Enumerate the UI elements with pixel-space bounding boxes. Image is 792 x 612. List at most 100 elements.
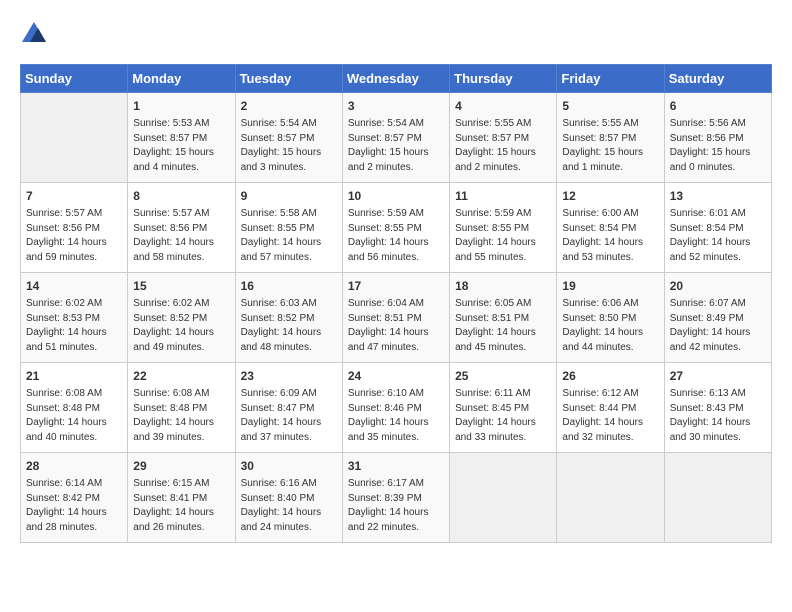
cell-content: Sunrise: 6:16 AM Sunset: 8:40 PM Dayligh… xyxy=(241,477,337,535)
calendar-cell: 19 Sunrise: 6:06 AM Sunset: 8:50 PM Dayli… xyxy=(557,273,664,363)
day-number: 2 xyxy=(241,97,337,115)
calendar-cell: 3 Sunrise: 5:54 AM Sunset: 8:57 PM Daylig… xyxy=(342,93,449,183)
cell-content: Sunrise: 6:11 AM Sunset: 8:45 PM Dayligh… xyxy=(455,387,551,445)
day-number: 20 xyxy=(670,277,766,295)
calendar-cell: 25 Sunrise: 6:11 AM Sunset: 8:45 PM Dayli… xyxy=(450,363,557,453)
cell-content: Sunrise: 5:55 AM Sunset: 8:57 PM Dayligh… xyxy=(455,117,551,175)
calendar-cell: 1Sunrise: 5:53 AM Sunset: 8:57 PM Daylig… xyxy=(128,93,235,183)
calendar-cell xyxy=(557,453,664,543)
logo xyxy=(20,20,52,48)
day-number: 30 xyxy=(241,457,337,475)
cell-content: Sunrise: 5:55 AM Sunset: 8:57 PM Dayligh… xyxy=(562,117,658,175)
week-row-4: 21 Sunrise: 6:08 AM Sunset: 8:48 PM Dayli… xyxy=(21,363,772,453)
cell-content: Sunrise: 5:59 AM Sunset: 8:55 PM Dayligh… xyxy=(348,207,444,265)
day-number: 14 xyxy=(26,277,122,295)
calendar-cell: 16 Sunrise: 6:03 AM Sunset: 8:52 PM Dayli… xyxy=(235,273,342,363)
day-number: 26 xyxy=(562,367,658,385)
calendar-cell: 4 Sunrise: 5:55 AM Sunset: 8:57 PM Daylig… xyxy=(450,93,557,183)
calendar-cell: 7 Sunrise: 5:57 AM Sunset: 8:56 PM Daylig… xyxy=(21,183,128,273)
week-row-2: 7 Sunrise: 5:57 AM Sunset: 8:56 PM Daylig… xyxy=(21,183,772,273)
calendar-cell: 18 Sunrise: 6:05 AM Sunset: 8:51 PM Dayli… xyxy=(450,273,557,363)
day-header-friday: Friday xyxy=(557,65,664,93)
day-number: 28 xyxy=(26,457,122,475)
calendar-cell: 15 Sunrise: 6:02 AM Sunset: 8:52 PM Dayli… xyxy=(128,273,235,363)
day-number: 1 xyxy=(133,97,229,115)
cell-content: Sunrise: 6:04 AM Sunset: 8:51 PM Dayligh… xyxy=(348,297,444,355)
day-number: 23 xyxy=(241,367,337,385)
day-number: 17 xyxy=(348,277,444,295)
page-header xyxy=(20,20,772,48)
calendar-cell: 28 Sunrise: 6:14 AM Sunset: 8:42 PM Dayli… xyxy=(21,453,128,543)
day-number: 3 xyxy=(348,97,444,115)
day-header-wednesday: Wednesday xyxy=(342,65,449,93)
calendar-cell: 8Sunrise: 5:57 AM Sunset: 8:56 PM Daylig… xyxy=(128,183,235,273)
cell-content: Sunrise: 6:02 AM Sunset: 8:52 PM Dayligh… xyxy=(133,297,229,355)
cell-content: Sunrise: 5:57 AM Sunset: 8:56 PM Dayligh… xyxy=(26,207,122,265)
day-number: 18 xyxy=(455,277,551,295)
cell-content: Sunrise: 6:15 AM Sunset: 8:41 PM Dayligh… xyxy=(133,477,229,535)
day-header-saturday: Saturday xyxy=(664,65,771,93)
day-number: 6 xyxy=(670,97,766,115)
day-header-monday: Monday xyxy=(128,65,235,93)
day-number: 13 xyxy=(670,187,766,205)
header-row: SundayMondayTuesdayWednesdayThursdayFrid… xyxy=(21,65,772,93)
cell-content: Sunrise: 6:10 AM Sunset: 8:46 PM Dayligh… xyxy=(348,387,444,445)
calendar-cell: 22 Sunrise: 6:08 AM Sunset: 8:48 PM Dayli… xyxy=(128,363,235,453)
calendar-cell: 12Sunrise: 6:00 AM Sunset: 8:54 PM Dayli… xyxy=(557,183,664,273)
calendar-cell xyxy=(21,93,128,183)
calendar-cell: 31Sunrise: 6:17 AM Sunset: 8:39 PM Dayli… xyxy=(342,453,449,543)
calendar-table: SundayMondayTuesdayWednesdayThursdayFrid… xyxy=(20,64,772,543)
week-row-3: 14 Sunrise: 6:02 AM Sunset: 8:53 PM Dayli… xyxy=(21,273,772,363)
day-number: 9 xyxy=(241,187,337,205)
day-number: 19 xyxy=(562,277,658,295)
day-number: 21 xyxy=(26,367,122,385)
calendar-cell: 9Sunrise: 5:58 AM Sunset: 8:55 PM Daylig… xyxy=(235,183,342,273)
calendar-cell: 17 Sunrise: 6:04 AM Sunset: 8:51 PM Dayli… xyxy=(342,273,449,363)
day-number: 31 xyxy=(348,457,444,475)
cell-content: Sunrise: 6:03 AM Sunset: 8:52 PM Dayligh… xyxy=(241,297,337,355)
day-number: 10 xyxy=(348,187,444,205)
day-number: 7 xyxy=(26,187,122,205)
calendar-cell: 6 Sunrise: 5:56 AM Sunset: 8:56 PM Daylig… xyxy=(664,93,771,183)
cell-content: Sunrise: 5:59 AM Sunset: 8:55 PM Dayligh… xyxy=(455,207,551,265)
day-number: 11 xyxy=(455,187,551,205)
calendar-cell: 29Sunrise: 6:15 AM Sunset: 8:41 PM Dayli… xyxy=(128,453,235,543)
day-number: 22 xyxy=(133,367,229,385)
calendar-cell xyxy=(664,453,771,543)
cell-content: Sunrise: 5:54 AM Sunset: 8:57 PM Dayligh… xyxy=(241,117,337,175)
calendar-cell: 5Sunrise: 5:55 AM Sunset: 8:57 PM Daylig… xyxy=(557,93,664,183)
calendar-cell: 20Sunrise: 6:07 AM Sunset: 8:49 PM Dayli… xyxy=(664,273,771,363)
calendar-cell: 27Sunrise: 6:13 AM Sunset: 8:43 PM Dayli… xyxy=(664,363,771,453)
day-number: 27 xyxy=(670,367,766,385)
calendar-cell: 21 Sunrise: 6:08 AM Sunset: 8:48 PM Dayli… xyxy=(21,363,128,453)
day-number: 25 xyxy=(455,367,551,385)
cell-content: Sunrise: 6:08 AM Sunset: 8:48 PM Dayligh… xyxy=(26,387,122,445)
calendar-cell: 13Sunrise: 6:01 AM Sunset: 8:54 PM Dayli… xyxy=(664,183,771,273)
day-header-sunday: Sunday xyxy=(21,65,128,93)
calendar-cell: 11 Sunrise: 5:59 AM Sunset: 8:55 PM Dayli… xyxy=(450,183,557,273)
logo-icon xyxy=(20,20,48,48)
day-header-tuesday: Tuesday xyxy=(235,65,342,93)
cell-content: Sunrise: 5:54 AM Sunset: 8:57 PM Dayligh… xyxy=(348,117,444,175)
day-number: 15 xyxy=(133,277,229,295)
cell-content: Sunrise: 6:06 AM Sunset: 8:50 PM Dayligh… xyxy=(562,297,658,355)
day-header-thursday: Thursday xyxy=(450,65,557,93)
cell-content: Sunrise: 5:56 AM Sunset: 8:56 PM Dayligh… xyxy=(670,117,766,175)
day-number: 16 xyxy=(241,277,337,295)
week-row-5: 28 Sunrise: 6:14 AM Sunset: 8:42 PM Dayli… xyxy=(21,453,772,543)
cell-content: Sunrise: 6:08 AM Sunset: 8:48 PM Dayligh… xyxy=(133,387,229,445)
calendar-cell: 10 Sunrise: 5:59 AM Sunset: 8:55 PM Dayli… xyxy=(342,183,449,273)
day-number: 8 xyxy=(133,187,229,205)
day-number: 24 xyxy=(348,367,444,385)
day-number: 4 xyxy=(455,97,551,115)
calendar-cell: 26 Sunrise: 6:12 AM Sunset: 8:44 PM Dayli… xyxy=(557,363,664,453)
calendar-cell: 14 Sunrise: 6:02 AM Sunset: 8:53 PM Dayli… xyxy=(21,273,128,363)
cell-content: Sunrise: 6:14 AM Sunset: 8:42 PM Dayligh… xyxy=(26,477,122,535)
cell-content: Sunrise: 6:12 AM Sunset: 8:44 PM Dayligh… xyxy=(562,387,658,445)
cell-content: Sunrise: 6:02 AM Sunset: 8:53 PM Dayligh… xyxy=(26,297,122,355)
calendar-cell: 30 Sunrise: 6:16 AM Sunset: 8:40 PM Dayli… xyxy=(235,453,342,543)
cell-content: Sunrise: 6:09 AM Sunset: 8:47 PM Dayligh… xyxy=(241,387,337,445)
cell-content: Sunrise: 6:00 AM Sunset: 8:54 PM Dayligh… xyxy=(562,207,658,265)
calendar-cell: 23 Sunrise: 6:09 AM Sunset: 8:47 PM Dayli… xyxy=(235,363,342,453)
cell-content: Sunrise: 6:05 AM Sunset: 8:51 PM Dayligh… xyxy=(455,297,551,355)
